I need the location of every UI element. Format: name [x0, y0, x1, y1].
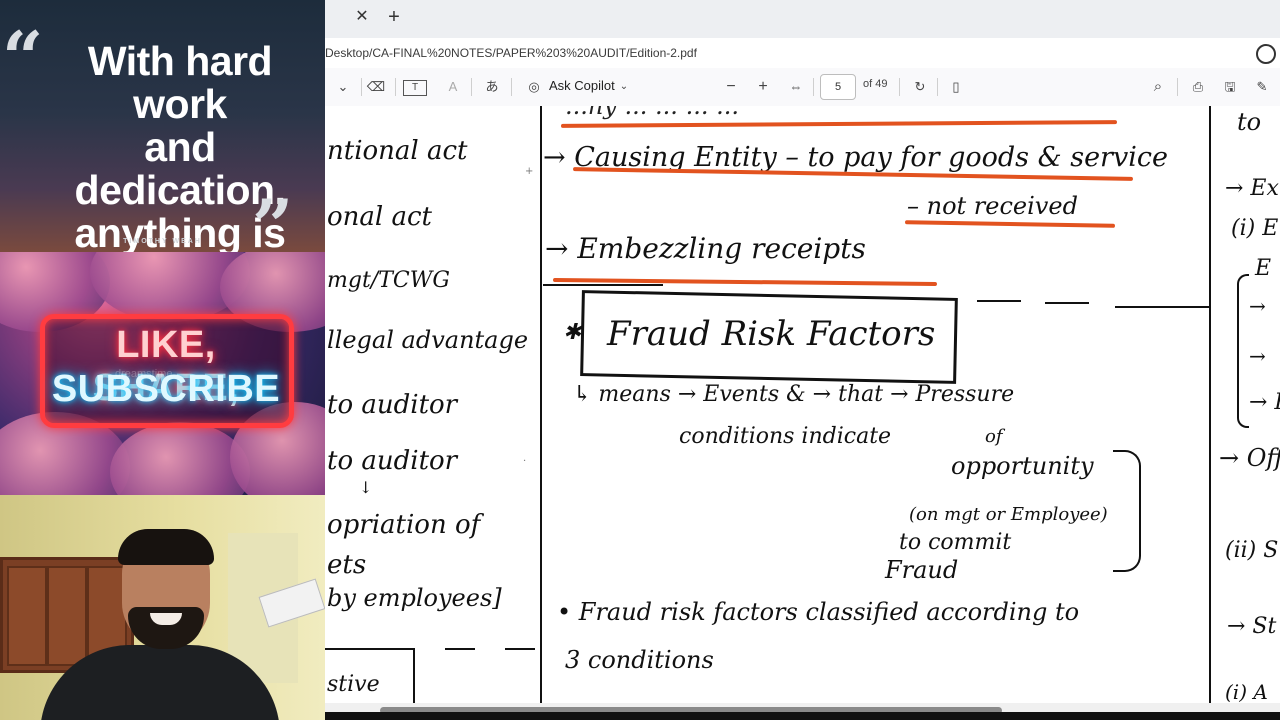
pdf-page-view[interactable]: ntional act onal act mgt/TCWG llegal adv…: [325, 106, 1280, 703]
note-right-line: → Ex: [1225, 176, 1279, 201]
note-of: of: [985, 426, 1003, 447]
dashed-separator: [1045, 302, 1089, 304]
toolbar-divider: [937, 78, 938, 96]
quote-open-icon: “: [2, 15, 44, 100]
orange-underline: [560, 120, 1118, 128]
dashed-separator: [505, 648, 535, 650]
page-dot: ·: [523, 456, 527, 467]
note-right-line: (ii) S: [1225, 538, 1279, 563]
note-right-line: →: [1249, 344, 1266, 368]
close-tab-icon[interactable]: ✕: [351, 6, 373, 28]
cupboard-door: [47, 566, 87, 666]
page-dot: +: [525, 166, 534, 177]
toolbar-divider: [899, 78, 900, 96]
pdf-toolbar: ⌄ ⌫ T A あ ◎ Ask Copilot ⌄ − + ⇔ 5 of 49 …: [325, 68, 1280, 107]
toolbar-divider: [813, 78, 814, 96]
text-format-icon[interactable]: A: [443, 77, 463, 97]
note-fraud: Fraud: [885, 556, 959, 584]
cloud-shape: [110, 422, 250, 495]
note-star-icon: ✱: [563, 320, 582, 345]
page-total: of 49: [863, 78, 888, 90]
read-aloud-icon[interactable]: あ: [481, 77, 503, 97]
note-right-line: → Off: [1219, 444, 1280, 472]
page-view-icon[interactable]: ▯: [945, 77, 967, 97]
note-left-line: by employees]: [327, 584, 502, 612]
note-means-line: ↳ means → Events & → that → Pressure: [573, 382, 1015, 407]
quote-author: TIMOTHY WEAH: [123, 238, 202, 245]
tab-strip: ✕ +: [325, 0, 1280, 38]
right-bracket: [1237, 274, 1249, 428]
note-to-commit: to commit: [899, 530, 1012, 555]
note-left-line: llegal advantage: [327, 326, 529, 354]
url-text[interactable]: Desktop/CA-FINAL%20NOTES/PAPER%203%20AUD…: [325, 46, 697, 60]
note-bracket: [1113, 450, 1141, 572]
draw-dropdown-icon[interactable]: ⌄: [333, 77, 353, 97]
print-icon[interactable]: ⎙: [1187, 77, 1209, 97]
note-right-line: E: [1255, 256, 1272, 281]
note-employee: (on mgt or Employee): [909, 504, 1108, 525]
subscribe-banner: LIKE, SHARE, SUBSCRIBE dreamstime: [0, 252, 325, 495]
column-divider: [1209, 106, 1211, 703]
presenter-hair: [118, 529, 214, 565]
toolbar-divider: [511, 78, 512, 96]
orange-underline: [904, 220, 1116, 228]
rotate-icon[interactable]: ↻: [909, 77, 931, 97]
note-left-arrow: ↓: [359, 478, 373, 497]
add-text-icon[interactable]: T: [403, 80, 427, 96]
save-icon[interactable]: 🖫: [1219, 77, 1241, 97]
zoom-in-button[interactable]: +: [753, 77, 773, 97]
note-left-line: stive: [327, 672, 380, 697]
profile-icon[interactable]: [1256, 44, 1276, 64]
webcam-feed: [0, 495, 325, 720]
browser-window: ✕ + Desktop/CA-FINAL%20NOTES/PAPER%203%2…: [325, 0, 1280, 720]
zoom-out-button[interactable]: −: [721, 77, 741, 97]
note-left-line: onal act: [327, 202, 432, 232]
note-conditions-line: conditions indicate: [679, 424, 892, 449]
page-number-input[interactable]: 5: [820, 74, 856, 100]
note-left-line: mgt/TCWG: [327, 268, 450, 293]
toolbar-divider: [1177, 78, 1178, 96]
note-left-line: opriation of: [327, 510, 481, 540]
dashed-separator: [1115, 306, 1209, 308]
column-divider: [540, 106, 542, 703]
dashed-separator: [445, 648, 475, 650]
stock-watermark: dreamstime: [115, 368, 173, 380]
note-cutoff-line: ...ny ... ... ... ...: [565, 106, 739, 120]
note-left-line: to auditor: [327, 446, 458, 476]
eraser-icon[interactable]: ⌫: [365, 77, 387, 97]
note-right-line: →: [1249, 294, 1266, 318]
note-left-line: ets: [327, 550, 367, 580]
fit-page-icon[interactable]: ⇔: [785, 77, 807, 97]
save-as-icon[interactable]: ✎: [1251, 77, 1273, 97]
note-line-not-received: – not received: [907, 192, 1078, 220]
address-bar[interactable]: Desktop/CA-FINAL%20NOTES/PAPER%203%20AUD…: [325, 38, 1280, 69]
note-bullet-classified: • Fraud risk factors classified accordin…: [557, 598, 1080, 626]
toolbar-divider: [395, 78, 396, 96]
note-right-line: → St: [1227, 614, 1277, 639]
note-right-line: to: [1237, 108, 1262, 136]
quote-panel: “ With hard work and dedication, anythin…: [0, 0, 325, 252]
note-right-line: → Re: [1249, 390, 1280, 415]
new-tab-button[interactable]: +: [383, 6, 405, 28]
toolbar-divider: [361, 78, 362, 96]
toolbar-divider: [471, 78, 472, 96]
note-left-line: ntional act: [327, 136, 468, 166]
cupboard-door: [7, 566, 47, 666]
ask-copilot-button[interactable]: Ask Copilot: [549, 78, 615, 93]
search-icon[interactable]: ⌕: [1147, 77, 1169, 97]
video-overlay-column: “ With hard work and dedication, anythin…: [0, 0, 325, 720]
bottom-edge: [325, 712, 1280, 720]
note-opportunity: opportunity: [951, 452, 1094, 480]
note-right-line: (i) E: [1231, 216, 1279, 241]
section-rule: [543, 284, 663, 286]
chevron-down-icon[interactable]: ⌄: [617, 77, 631, 97]
note-three-conditions: 3 conditions: [565, 646, 714, 674]
heading-fraud-risk-factors: Fraud Risk Factors: [607, 314, 936, 354]
note-right-line: (i) A: [1225, 680, 1268, 703]
note-line-embezzling: → Embezzling receipts: [545, 232, 866, 265]
note-left-line: to auditor: [327, 390, 458, 420]
copilot-icon[interactable]: ◎: [525, 77, 543, 97]
dashed-separator: [977, 300, 1021, 302]
